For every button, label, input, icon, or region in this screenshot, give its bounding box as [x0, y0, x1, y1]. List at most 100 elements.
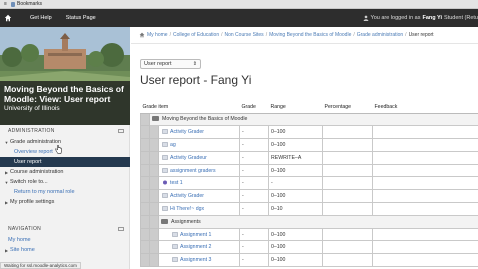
breadcrumb-course[interactable]: Moving Beyond the Basics of Moodle: [269, 32, 351, 38]
navigation-heading-label: NAVIGATION: [8, 226, 42, 232]
feedback-cell: [372, 202, 478, 216]
administration-heading: ADMINISTRATION: [0, 125, 130, 137]
course-title-box: Moving Beyond the Basics of Moodle: View…: [0, 81, 130, 125]
course-administration-label: Course administration: [10, 169, 64, 175]
tree-site-home[interactable]: ▶ Site home: [0, 245, 130, 255]
range-cell: 0–10: [268, 202, 324, 216]
grade-item-link[interactable]: Activity Gradeur: [170, 155, 207, 161]
level-cell: [149, 253, 159, 268]
tree-profile-settings[interactable]: ▶ My profile settings: [0, 197, 130, 207]
breadcrumb-separator: /: [405, 32, 407, 38]
percentage-cell: [322, 227, 374, 242]
grade-item-link[interactable]: Assignment 1: [180, 232, 211, 238]
home-icon[interactable]: [0, 9, 16, 27]
level-cell: [149, 189, 159, 204]
header-feedback: Feedback: [372, 102, 478, 114]
navigation-block: NAVIGATION My home ▶ Site home: [0, 223, 130, 255]
breadcrumb-separator: /: [353, 32, 355, 38]
tree-overview-report[interactable]: Overview report: [0, 147, 130, 157]
tree-my-home[interactable]: My home: [0, 235, 130, 245]
assignment-icon: [172, 231, 178, 237]
select-arrows-icon: ⇕: [192, 61, 197, 67]
level-cell: [140, 125, 150, 140]
range-cell: -: [268, 176, 324, 191]
breadcrumb-separator: /: [169, 32, 171, 38]
level-cell: [140, 214, 150, 229]
breadcrumb-separator: /: [221, 32, 223, 38]
level-cell: [149, 150, 159, 165]
level-cell: [140, 227, 150, 242]
table-row: Activity Grader - 0–100: [140, 189, 478, 204]
activity-icon: [162, 142, 168, 147]
level-cell: [140, 112, 150, 127]
grade-item-link[interactable]: Assignment 2: [180, 244, 211, 250]
breadcrumb-grade-admin[interactable]: Grade administration: [357, 32, 403, 38]
table-row: assignment graders - 0–100: [140, 163, 478, 178]
grade-item-link[interactable]: Hi There!~ dgx: [170, 206, 204, 212]
switch-role-label: Switch role to...: [10, 179, 48, 185]
grade-item-link[interactable]: Assignment 3: [180, 257, 211, 263]
percentage-cell: [322, 176, 374, 191]
dock-icon[interactable]: [118, 227, 124, 231]
breadcrumb-college[interactable]: College of Education: [173, 32, 219, 38]
grade-item-cell: test 1: [157, 176, 241, 191]
level-cell: [140, 202, 150, 216]
level-cell: [140, 176, 150, 191]
home-icon[interactable]: [139, 32, 145, 38]
user-role: Student: [444, 15, 464, 21]
grade-item-link[interactable]: test 1: [170, 180, 183, 186]
subcategory-label: Assignments: [171, 218, 201, 225]
range-cell: 0–100: [268, 189, 324, 204]
breadcrumb-my-home[interactable]: My home: [147, 32, 168, 38]
table-row: test 1 - -: [140, 176, 478, 191]
level-cell: [149, 176, 159, 191]
grade-administration-label: Grade administration: [10, 139, 62, 145]
grade-item-cell: Activity Grader: [157, 125, 241, 140]
user-name-link[interactable]: Fang Yi: [422, 15, 442, 21]
overview-report-label: Overview report: [14, 149, 53, 155]
level-cell: [149, 125, 159, 140]
menu-icon[interactable]: ≡: [3, 1, 8, 7]
percentage-cell: [322, 125, 374, 140]
feedback-cell: [372, 227, 478, 242]
table-row: Assignment 2 - 0–100: [140, 240, 478, 255]
level-cell: [149, 138, 159, 152]
grade-item-link[interactable]: Activity Grader: [170, 193, 204, 199]
grade-item-link[interactable]: assignment graders: [170, 168, 216, 174]
grade-cell: -: [239, 202, 270, 216]
tree-return-role[interactable]: Return to my normal role: [0, 187, 130, 197]
feedback-cell: [372, 138, 478, 152]
range-cell: 0–100: [268, 227, 324, 242]
grade-cell: -: [239, 253, 270, 268]
assignment-icon: [172, 257, 178, 262]
top-navbar: Get Help Status Page You are logged in a…: [0, 9, 478, 27]
percentage-cell: [322, 202, 374, 216]
grade-item-cell: assignment graders: [157, 163, 241, 178]
range-cell: 0–100: [268, 138, 324, 152]
main-content: My home / College of Education / Non Cours…: [131, 27, 478, 269]
level-cell: [149, 214, 159, 229]
logout-link[interactable]: (Retu: [465, 15, 478, 21]
tree-grade-administration[interactable]: ▼ Grade administration: [0, 137, 130, 147]
header-grade: Grade: [239, 102, 269, 114]
navigation-heading: NAVIGATION: [0, 223, 130, 235]
status-page-link[interactable]: Status Page: [66, 15, 96, 21]
left-sidebar: Moving Beyond the Basics of Moodle: View…: [0, 27, 130, 269]
feedback-cell: [372, 240, 478, 255]
tree-user-report[interactable]: User report: [0, 157, 130, 167]
grade-cell: -: [239, 176, 270, 191]
grade-item-link[interactable]: Activity Grader: [170, 129, 204, 135]
grade-cell: -: [239, 163, 270, 178]
header-range: Range: [268, 102, 323, 114]
report-select[interactable]: User report ⇕: [140, 59, 201, 69]
tree-course-administration[interactable]: ▶ Course administration: [0, 167, 130, 177]
dock-icon[interactable]: [118, 129, 124, 133]
tree-switch-role[interactable]: ▼ Switch role to...: [0, 177, 130, 187]
grade-item-link[interactable]: ag: [170, 142, 176, 148]
breadcrumb-non-course[interactable]: Non Course Sites: [225, 32, 264, 38]
get-help-link[interactable]: Get Help: [30, 15, 52, 21]
breadcrumb: My home / College of Education / Non Cours…: [131, 27, 478, 44]
bookmarks-label[interactable]: Bookmarks: [17, 1, 42, 7]
grade-item-cell: Activity Grader: [157, 189, 241, 204]
feedback-cell: [372, 125, 478, 140]
